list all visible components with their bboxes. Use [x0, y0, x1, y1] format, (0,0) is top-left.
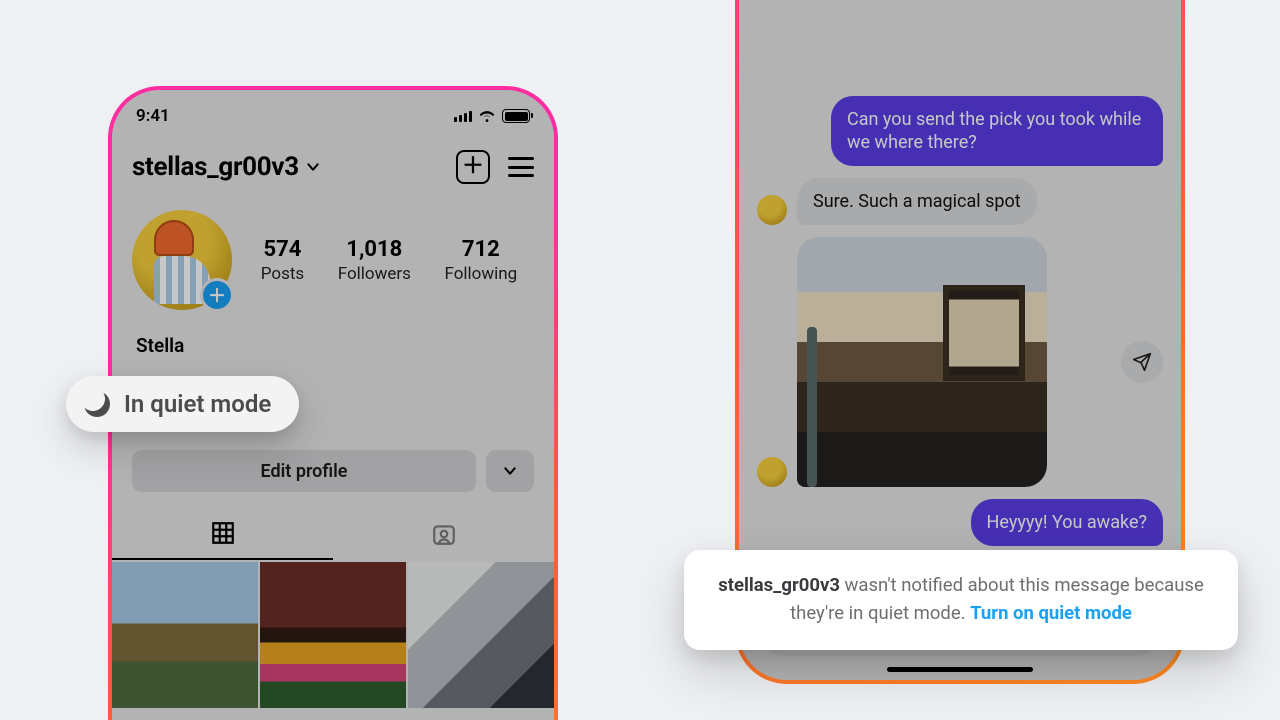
message-bubble: Heyyyy! You awake? — [971, 499, 1163, 546]
menu-button[interactable] — [508, 157, 534, 177]
message-bubble: Can you send the pick you took while we … — [831, 96, 1163, 166]
toast-username: stellas_gr00v3 — [718, 574, 840, 596]
display-name: Stella — [136, 334, 184, 357]
message-photo-row — [757, 237, 1163, 487]
stat-posts[interactable]: 574 Posts — [261, 237, 304, 284]
status-bar: 9:41 — [112, 90, 554, 138]
suggested-people-button[interactable] — [486, 450, 534, 492]
edit-profile-button[interactable]: Edit profile — [132, 450, 476, 492]
moon-icon — [84, 391, 110, 417]
share-icon — [1132, 352, 1152, 372]
post-thumbnail[interactable] — [112, 562, 258, 708]
add-story-badge[interactable]: ＋ — [200, 278, 234, 312]
message-incoming[interactable]: Sure. Such a magical spot — [757, 178, 1163, 225]
battery-icon — [502, 109, 530, 123]
home-indicator — [887, 667, 1033, 672]
grid-icon — [210, 520, 236, 546]
wifi-icon — [478, 109, 496, 123]
tagged-icon — [431, 521, 457, 547]
quiet-mode-pill: In quiet mode — [66, 376, 299, 432]
message-photo[interactable] — [797, 237, 1047, 487]
stat-following[interactable]: 712 Following — [444, 237, 517, 284]
turn-on-quiet-mode-link[interactable]: Turn on quiet mode — [970, 602, 1132, 624]
share-button[interactable] — [1121, 341, 1163, 383]
sender-avatar[interactable] — [757, 457, 787, 487]
chevron-down-icon — [305, 159, 321, 175]
post-grid — [112, 562, 554, 708]
post-thumbnail[interactable] — [408, 562, 554, 708]
username-switcher[interactable]: stellas_gr00v3 — [132, 152, 321, 182]
chevron-down-icon — [502, 463, 518, 479]
status-time: 9:41 — [136, 106, 170, 126]
quiet-mode-toast: stellas_gr00v3 wasn't notified about thi… — [684, 550, 1238, 650]
message-outgoing[interactable]: Heyyyy! You awake? — [757, 499, 1163, 546]
stat-followers[interactable]: 1,018 Followers — [338, 237, 411, 284]
message-outgoing[interactable]: Can you send the pick you took while we … — [757, 96, 1163, 166]
tab-tagged[interactable] — [333, 508, 554, 560]
message-bubble: Sure. Such a magical spot — [797, 178, 1037, 225]
post-thumbnail[interactable] — [260, 562, 406, 708]
quiet-mode-label: In quiet mode — [124, 390, 271, 418]
profile-avatar[interactable]: ＋ — [132, 210, 232, 310]
username: stellas_gr00v3 — [132, 152, 299, 182]
tab-grid[interactable] — [112, 508, 333, 560]
sender-avatar[interactable] — [757, 195, 787, 225]
create-button[interactable]: ＋ — [456, 150, 490, 184]
cellular-icon — [454, 110, 472, 122]
